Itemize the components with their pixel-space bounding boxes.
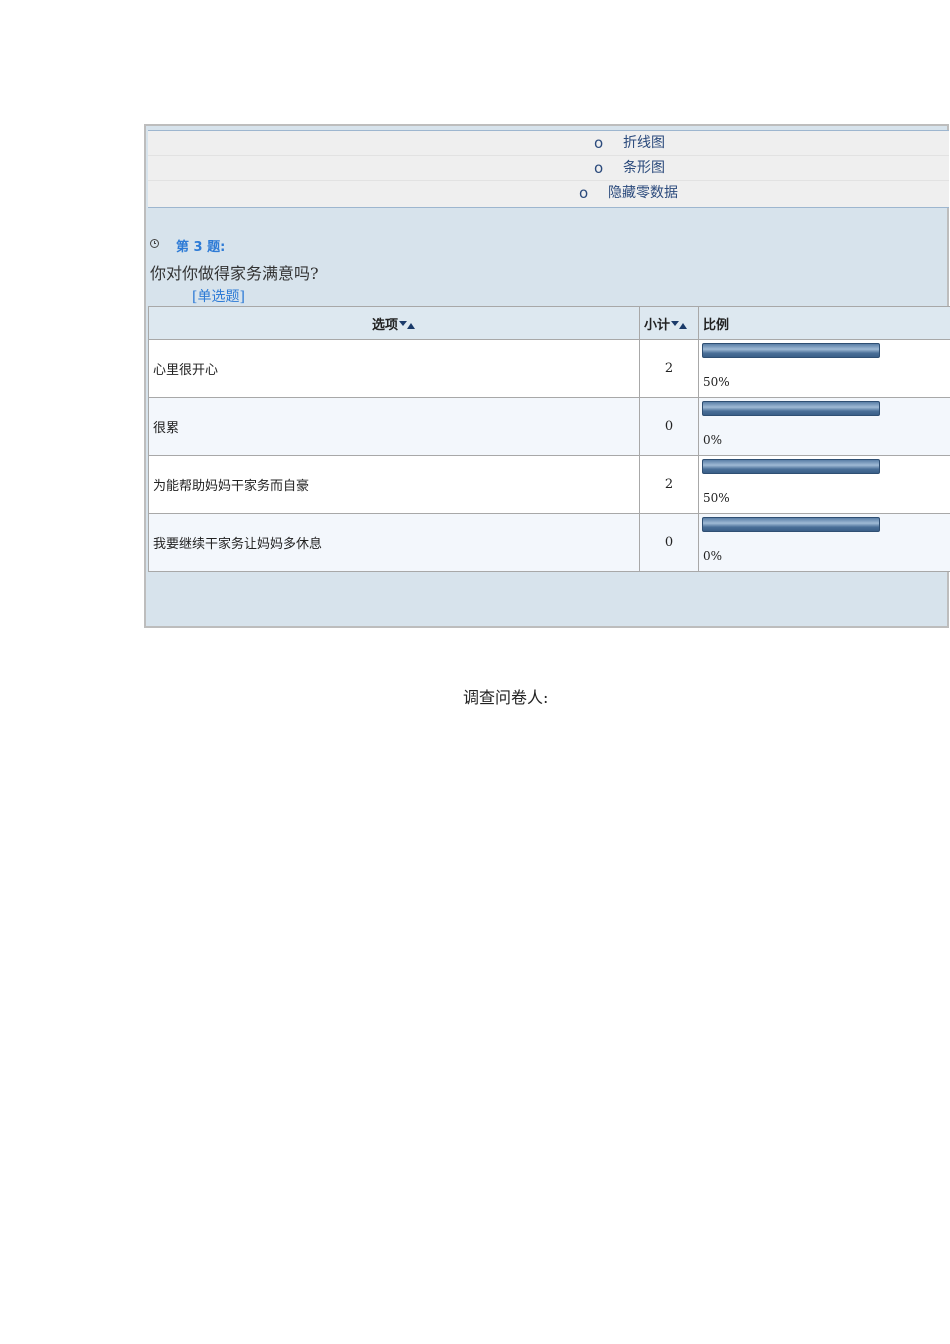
option-cell: 心里很开心 [148, 339, 640, 398]
table-row: 我要继续干家务让妈妈多休息 0 0% [148, 513, 950, 572]
question-number: 第 3 题: [176, 240, 226, 255]
hide-zero-data-link[interactable]: 隐藏零数据 [608, 181, 678, 206]
results-table: 选项 小计 比例 心里很开心 2 50% 很累 0 0% 为能帮助妈妈干家务而自… [148, 306, 950, 572]
ratio-cell: 0% [698, 513, 950, 572]
ratio-column-header: 比例 [698, 306, 950, 340]
link-row-hide-zero: o 隐藏零数据 [148, 181, 949, 206]
link-row-bar-chart: o 条形图 [148, 156, 949, 181]
percent-label: 0% [703, 549, 723, 563]
link-row-line-chart: o 折线图 [148, 131, 949, 156]
sort-arrows-icon[interactable] [671, 320, 688, 330]
count-header-label: 小计 [644, 317, 671, 333]
table-row: 心里很开心 2 50% [148, 339, 950, 398]
option-cell: 我要继续干家务让妈妈多休息 [148, 513, 640, 572]
option-column-header[interactable]: 选项 [148, 306, 640, 340]
clock-icon [150, 239, 159, 248]
surveyor-label: 调查问卷人: [463, 688, 549, 707]
ratio-bar [702, 401, 880, 416]
sort-arrows-icon[interactable] [399, 320, 416, 330]
option-cell: 很累 [148, 397, 640, 456]
ratio-bar [702, 459, 880, 474]
bullet-icon: o [594, 134, 604, 152]
ratio-bar [702, 343, 880, 358]
line-chart-link[interactable]: 折线图 [623, 131, 665, 156]
option-cell: 为能帮助妈妈干家务而自豪 [148, 455, 640, 514]
count-cell: 0 [639, 513, 699, 572]
percent-label: 0% [703, 433, 723, 447]
option-header-label: 选项 [371, 317, 398, 333]
table-row: 很累 0 0% [148, 397, 950, 456]
chart-type-links: o 折线图 o 条形图 o 隐藏零数据 [148, 130, 949, 208]
ratio-cell: 50% [698, 455, 950, 514]
ratio-cell: 0% [698, 397, 950, 456]
table-header-row: 选项 小计 比例 [148, 306, 950, 340]
results-panel: o 折线图 o 条形图 o 隐藏零数据 第 3 题: 你对你做得家务满意吗? [… [144, 124, 950, 628]
percent-label: 50% [703, 375, 730, 389]
count-cell: 0 [639, 397, 699, 456]
bullet-icon: o [594, 159, 604, 177]
ratio-header-label: 比例 [703, 317, 730, 333]
bullet-icon: o [579, 184, 589, 202]
question-type: [单选题] [192, 289, 245, 305]
ratio-cell: 50% [698, 339, 950, 398]
question-text: 你对你做得家务满意吗? [150, 264, 319, 283]
bar-chart-link[interactable]: 条形图 [623, 156, 665, 181]
percent-label: 50% [703, 491, 730, 505]
ratio-bar [702, 517, 880, 532]
count-cell: 2 [639, 339, 699, 398]
count-column-header[interactable]: 小计 [639, 306, 699, 340]
table-row: 为能帮助妈妈干家务而自豪 2 50% [148, 455, 950, 514]
count-cell: 2 [639, 455, 699, 514]
